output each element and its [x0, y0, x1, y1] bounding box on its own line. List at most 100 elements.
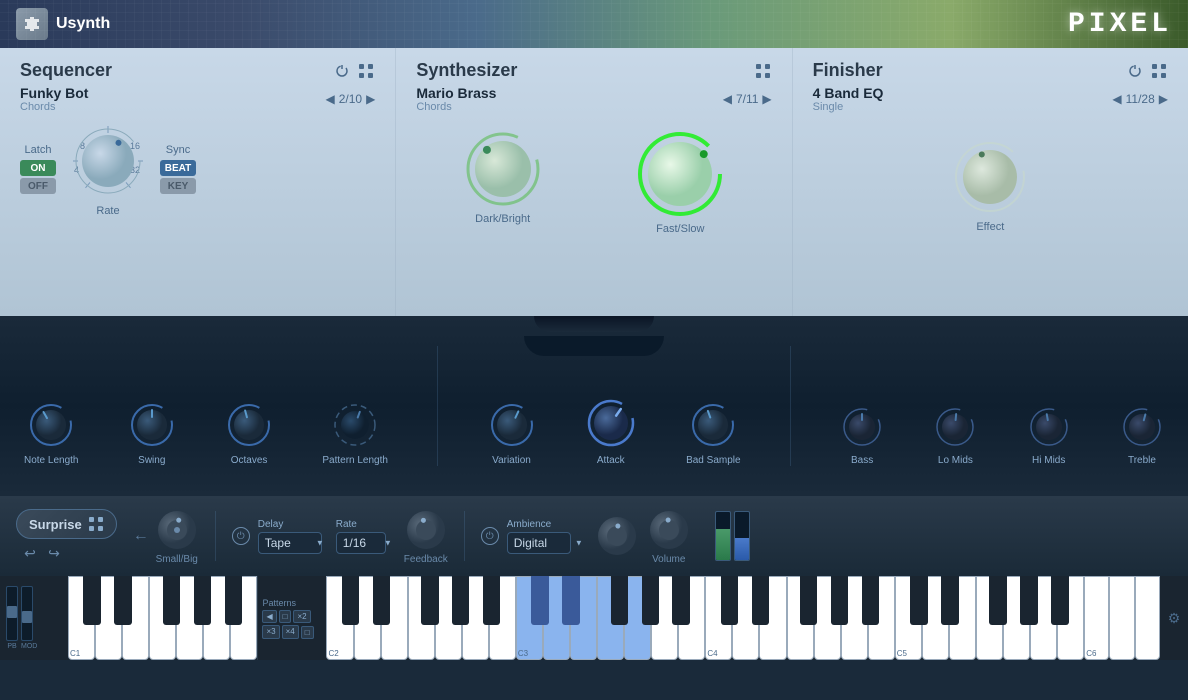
key-as4[interactable]	[862, 576, 879, 625]
finisher-prev[interactable]: ◀	[1112, 92, 1121, 106]
sequencer-grid-btn[interactable]	[357, 62, 375, 80]
key-fs2[interactable]	[421, 576, 438, 625]
mod-slider[interactable]	[21, 586, 33, 641]
ambience-power-btn[interactable]: ⏻	[481, 527, 499, 545]
pattern-btn-x4[interactable]: ×4	[282, 625, 299, 639]
key-cs4[interactable]	[721, 576, 738, 625]
ambience-main-knob[interactable]	[595, 514, 639, 558]
key-e6[interactable]	[1135, 576, 1160, 660]
finisher-next[interactable]: ▶	[1159, 92, 1168, 106]
octaves-container[interactable]: Octaves	[225, 401, 273, 466]
key-as5[interactable]	[1051, 576, 1068, 625]
feedback-knob[interactable]	[404, 508, 448, 552]
fast-slow-knob[interactable]	[635, 129, 725, 219]
key-d6[interactable]	[1109, 576, 1134, 660]
finisher-power-btn[interactable]	[1126, 62, 1144, 80]
surprise-button[interactable]: Surprise	[16, 509, 117, 539]
ambience-type-select[interactable]: Digital Analog Hall	[507, 532, 571, 554]
pattern-btn-prev[interactable]: ◀	[262, 610, 276, 623]
treble-container[interactable]: Treble	[1120, 405, 1164, 466]
pattern-btn-x3[interactable]: ×3	[262, 625, 279, 639]
volume-knob[interactable]	[647, 508, 691, 552]
bad-sample-container[interactable]: Bad Sample	[686, 401, 740, 466]
variation-knob[interactable]	[488, 401, 536, 449]
bad-sample-knob[interactable]	[689, 401, 737, 449]
lo-mids-knob[interactable]	[933, 405, 977, 449]
pattern-length-knob[interactable]	[331, 401, 379, 449]
pattern-btn-copy2[interactable]: □	[301, 626, 314, 639]
octaves-knob[interactable]	[225, 401, 273, 449]
sync-key-btn[interactable]: KEY	[160, 178, 196, 194]
divider-2	[464, 511, 465, 561]
key-gs2[interactable]	[452, 576, 469, 625]
redo-button[interactable]: ↪	[44, 543, 64, 563]
bass-container[interactable]: Bass	[840, 405, 884, 466]
pattern-length-container[interactable]: Pattern Length	[322, 401, 388, 466]
pattern-btn-copy[interactable]: □	[279, 610, 292, 623]
finisher-grid-btn[interactable]	[1150, 62, 1168, 80]
note-length-container[interactable]: Note Length	[24, 401, 79, 466]
treble-knob[interactable]	[1120, 405, 1164, 449]
synth-grid-btn[interactable]	[754, 62, 772, 80]
key-ds4[interactable]	[752, 576, 769, 625]
lo-mids-container[interactable]: Lo Mids	[933, 405, 977, 466]
key-cs2[interactable]	[342, 576, 359, 625]
piano-sliders	[6, 586, 62, 641]
key-gs3[interactable]	[642, 576, 659, 625]
key-ds5[interactable]	[941, 576, 958, 625]
variation-container[interactable]: Variation	[488, 401, 536, 466]
key-as1[interactable]	[225, 576, 242, 625]
finisher-preset-row: 4 Band EQ Single ◀ 11/28 ▶	[813, 85, 1168, 113]
key-ds1[interactable]	[114, 576, 131, 625]
mid-separator-2	[790, 346, 791, 466]
sequencer-prev[interactable]: ◀	[326, 92, 335, 106]
key-ds3[interactable]	[562, 576, 579, 625]
key-as2[interactable]	[483, 576, 500, 625]
rate-knob[interactable]: 8 16 4 32	[68, 121, 148, 201]
volume-fill-right	[735, 538, 749, 560]
latch-on-btn[interactable]: ON	[20, 160, 56, 176]
synth-preset-row: Mario Brass Chords ◀ 7/11 ▶	[416, 85, 771, 113]
hi-mids-knob[interactable]	[1027, 405, 1071, 449]
key-gs4[interactable]	[831, 576, 848, 625]
undo-button[interactable]: ↩	[20, 543, 40, 563]
delay-rate-select[interactable]: 1/16 1/8 1/4	[336, 532, 386, 554]
swing-container[interactable]: Swing	[128, 401, 176, 466]
pattern-btn-x2[interactable]: ×2	[293, 610, 310, 623]
synth-next[interactable]: ▶	[762, 92, 771, 106]
hi-mids-label: Hi Mids	[1032, 455, 1065, 466]
attack-knob[interactable]	[585, 397, 637, 449]
pb-slider[interactable]	[6, 586, 18, 641]
key-as3[interactable]	[672, 576, 689, 625]
delay-power-btn[interactable]: ⏻	[232, 527, 250, 545]
sync-beat-btn[interactable]: BEAT	[160, 160, 196, 176]
key-gs1[interactable]	[194, 576, 211, 625]
hi-mids-container[interactable]: Hi Mids	[1027, 405, 1071, 466]
dark-bright-knob[interactable]	[463, 129, 543, 209]
key-cs5[interactable]	[910, 576, 927, 625]
effect-knob[interactable]	[950, 137, 1030, 217]
swing-knob[interactable]	[128, 401, 176, 449]
delay-type-select[interactable]: Tape Digital Analog	[258, 532, 322, 554]
finisher-icons	[1126, 62, 1168, 80]
key-fs5[interactable]	[989, 576, 1006, 625]
key-fs1[interactable]	[163, 576, 180, 625]
mid-separator-1	[437, 346, 438, 466]
key-fs3[interactable]	[611, 576, 628, 625]
volume-container: Volume	[647, 508, 691, 565]
key-ds2[interactable]	[373, 576, 390, 625]
synth-prev[interactable]: ◀	[723, 92, 732, 106]
note-length-knob[interactable]	[27, 401, 75, 449]
latch-off-btn[interactable]: OFF	[20, 178, 56, 194]
key-cs3[interactable]	[531, 576, 548, 625]
small-big-knob[interactable]	[155, 508, 199, 552]
sequencer-power-btn[interactable]	[333, 62, 351, 80]
sequencer-next[interactable]: ▶	[366, 92, 375, 106]
bass-knob[interactable]	[840, 405, 884, 449]
keyboard-settings-btn[interactable]: ⚙	[1168, 610, 1181, 627]
key-fs4[interactable]	[800, 576, 817, 625]
attack-container[interactable]: Attack	[585, 397, 637, 466]
key-c6[interactable]	[1084, 576, 1109, 660]
key-gs5[interactable]	[1020, 576, 1037, 625]
key-cs1[interactable]	[83, 576, 100, 625]
